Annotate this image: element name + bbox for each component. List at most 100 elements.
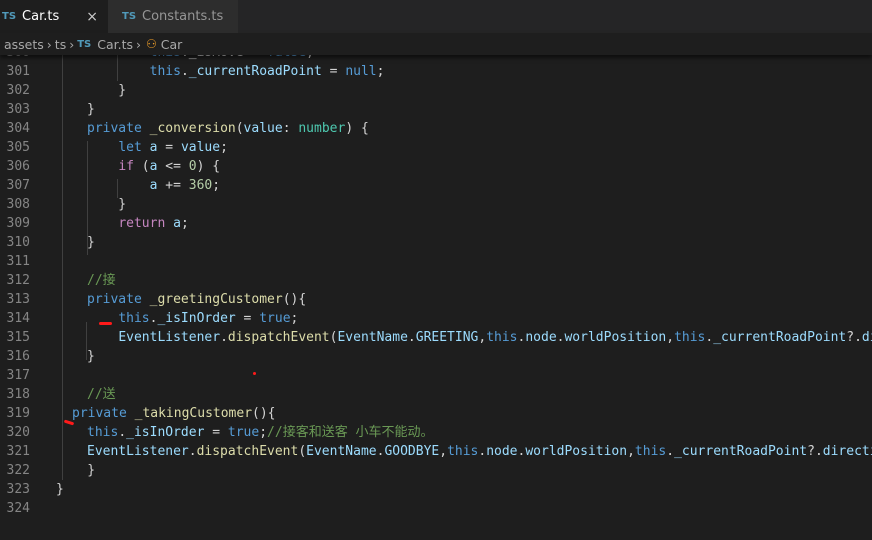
code-text: EventListener.dispatchEvent(EventName.GO… [87,442,872,461]
code-text: } [87,81,126,100]
tab-label: Car.ts [22,9,60,24]
line-number: 302 [6,83,30,98]
typescript-file-icon: TS [2,11,17,22]
code-line[interactable]: 315 EventListener.dispatchEvent(EventNam… [0,328,872,347]
code-token: this [118,311,150,326]
code-text: } [87,195,126,214]
code-line[interactable]: 307 a += 360; [0,176,872,195]
code-line[interactable]: 302 } [0,81,872,100]
code-token: private [87,121,142,136]
code-line[interactable]: 313 private _greetingCustomer(){ [0,290,872,309]
code-line[interactable]: 310} [0,233,872,252]
breadcrumb-folder-assets[interactable]: assets [4,37,44,52]
code-token: , [627,444,635,459]
code-token: true [259,311,291,326]
code-token: node [486,444,518,459]
line-number: 319 [6,406,30,421]
code-token: ( [235,121,244,136]
code-token: this [674,330,706,345]
code-token: value [180,140,221,155]
code-line[interactable]: 323} [0,480,872,499]
code-token: //接 [87,273,116,288]
code-token: _currentRoadPoint [188,64,322,79]
code-token: , [439,444,448,459]
code-line[interactable]: 319 private _takingCustomer(){ [0,404,872,423]
code-text: this._isInOrder = true; [87,309,298,328]
code-line[interactable]: 301 this._currentRoadPoint = null; [0,62,872,81]
code-text: } [87,233,95,252]
code-line[interactable]: 322 } [0,461,872,480]
code-token: private [72,406,127,421]
code-token: this [87,425,119,440]
breadcrumb-symbol[interactable]: Car [161,37,183,52]
code-line[interactable]: 317 [0,366,872,385]
code-line[interactable]: 321 EventListener.dispatchEvent(EventName… [0,442,872,461]
tab-label: Constants.ts [142,9,224,24]
line-number: 320 [6,425,30,440]
code-text: } [56,480,64,499]
code-line[interactable]: 308 } [0,195,872,214]
code-token: _takingCustomer [134,406,253,421]
class-symbol-icon: ⚇ [146,37,157,51]
code-line[interactable]: 303} [0,100,872,119]
code-token: } [87,235,95,250]
code-token: 360 [188,178,213,193]
tab-constants-ts[interactable]: TS Constants.ts [108,0,238,33]
code-token: _conversion [149,121,236,136]
code-line[interactable]: 316} [0,347,872,366]
line-number: 305 [6,140,30,155]
line-number: 316 [6,349,30,364]
code-line[interactable]: 312 //接 [0,271,872,290]
code-text: //送 [87,385,116,404]
code-line[interactable]: 320 this._isInOrder = true;//接客和送客 小车不能动。 [0,423,872,442]
code-token: . [220,330,228,345]
breadcrumb-file[interactable]: Car.ts [97,37,133,52]
code-text: } [87,100,95,119]
chevron-right-icon: › [46,36,52,52]
chevron-right-icon: › [136,36,142,52]
breadcrumb-folder-ts[interactable]: ts [55,37,66,52]
code-token: . [666,444,675,459]
code-token: , [666,330,675,345]
code-line[interactable]: 306 if (a <= 0) { [0,157,872,176]
tab-car-ts[interactable]: TS Car.ts × [0,0,108,33]
code-line[interactable]: 304 private _conversion(value: number) { [0,119,872,138]
line-number: 304 [6,121,30,136]
code-token: ; [290,311,299,326]
close-icon[interactable]: × [86,9,98,25]
code-token: dispatchEvent [227,330,330,345]
code-token: return [118,216,166,231]
code-token: = [157,140,181,155]
code-token: worldPosition [564,330,667,345]
code-token: } [87,197,127,212]
code-line[interactable]: 324 [0,499,872,518]
code-token: ; [259,425,268,440]
code-line[interactable]: 314 this._isInOrder = true; [0,309,872,328]
code-line[interactable]: 309 return a; [0,214,872,233]
code-editor[interactable]: 300 this._isMove = false;301 this._curre… [0,43,872,540]
code-line[interactable]: 305 let a = value; [0,138,872,157]
code-token: direction [861,330,872,345]
code-token: 0 [188,159,197,174]
line-number: 308 [6,197,30,212]
code-token: private [87,292,142,307]
code-token: . [118,425,127,440]
code-token: ?. [807,444,823,459]
code-text: private _conversion(value: number) { [87,119,369,138]
code-token: EventName [337,330,408,345]
line-number: 315 [6,330,30,345]
code-token: GOODBYE [384,444,440,459]
code-token: ( [298,444,307,459]
code-token: ; [212,178,221,193]
code-line[interactable]: 318 //送 [0,385,872,404]
code-text: } [56,461,95,480]
code-token: dispatchEvent [196,444,299,459]
code-line[interactable]: 311 [0,252,872,271]
line-number: 303 [6,102,30,117]
typescript-file-icon: TS [77,38,92,50]
